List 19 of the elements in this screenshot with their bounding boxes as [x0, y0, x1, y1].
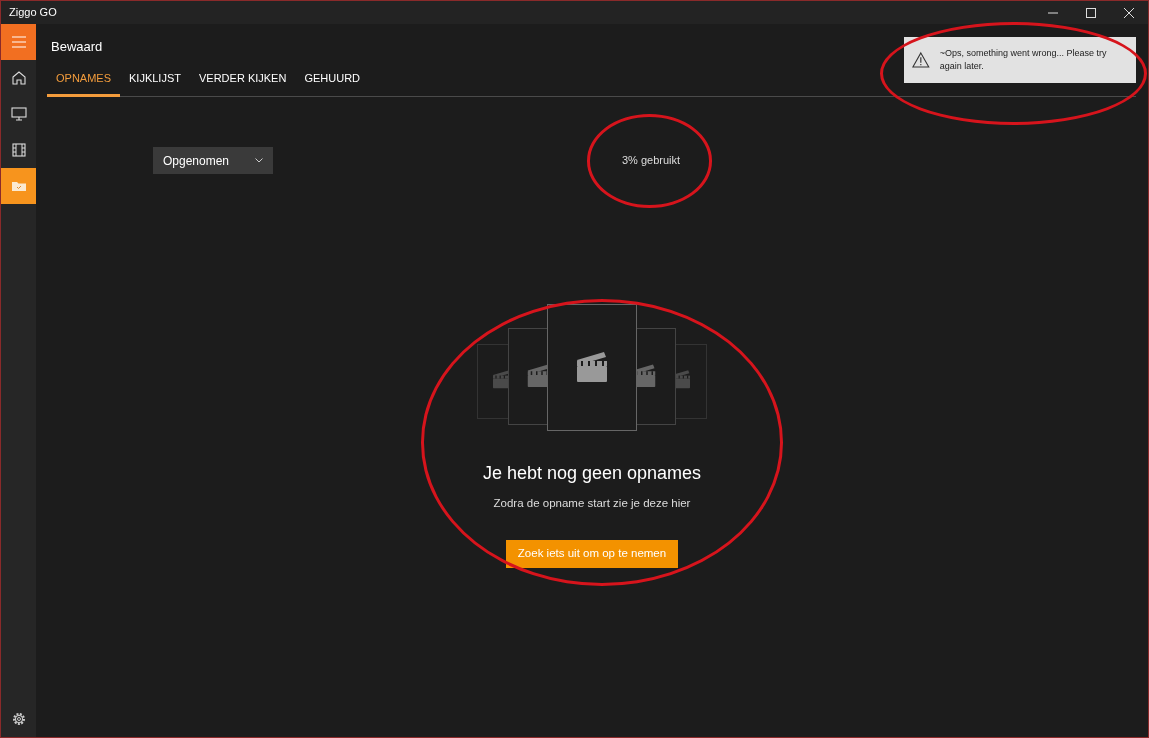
filter-dropdown[interactable]: Opgenomen: [153, 147, 273, 174]
home-icon: [9, 69, 28, 87]
tab[interactable]: VERDER KIJKEN: [190, 67, 296, 97]
film-icon: [9, 141, 28, 159]
page-title: Bewaard: [51, 39, 103, 54]
warning-icon: [912, 51, 930, 69]
empty-state-heading: Je hebt nog geen opnames: [482, 462, 702, 485]
chevron-down-icon: [255, 158, 263, 163]
storage-usage-text: 3% gebruikt: [622, 152, 681, 169]
menu-icon: [9, 33, 28, 51]
error-message: ~Ops, something went wrong... Please try again later.: [939, 47, 1108, 73]
monitor-icon: [9, 105, 28, 123]
empty-state-text: Zodra de opname start zie je deze hier: [493, 496, 691, 511]
tab[interactable]: GEHUURD: [295, 67, 370, 97]
tab[interactable]: OPNAMES: [47, 67, 120, 97]
window-title: Ziggo GO: [9, 5, 57, 21]
tab[interactable]: KIJKLIJST: [120, 67, 190, 97]
maximize-icon[interactable]: [1086, 7, 1096, 18]
close-icon[interactable]: [1124, 7, 1134, 18]
